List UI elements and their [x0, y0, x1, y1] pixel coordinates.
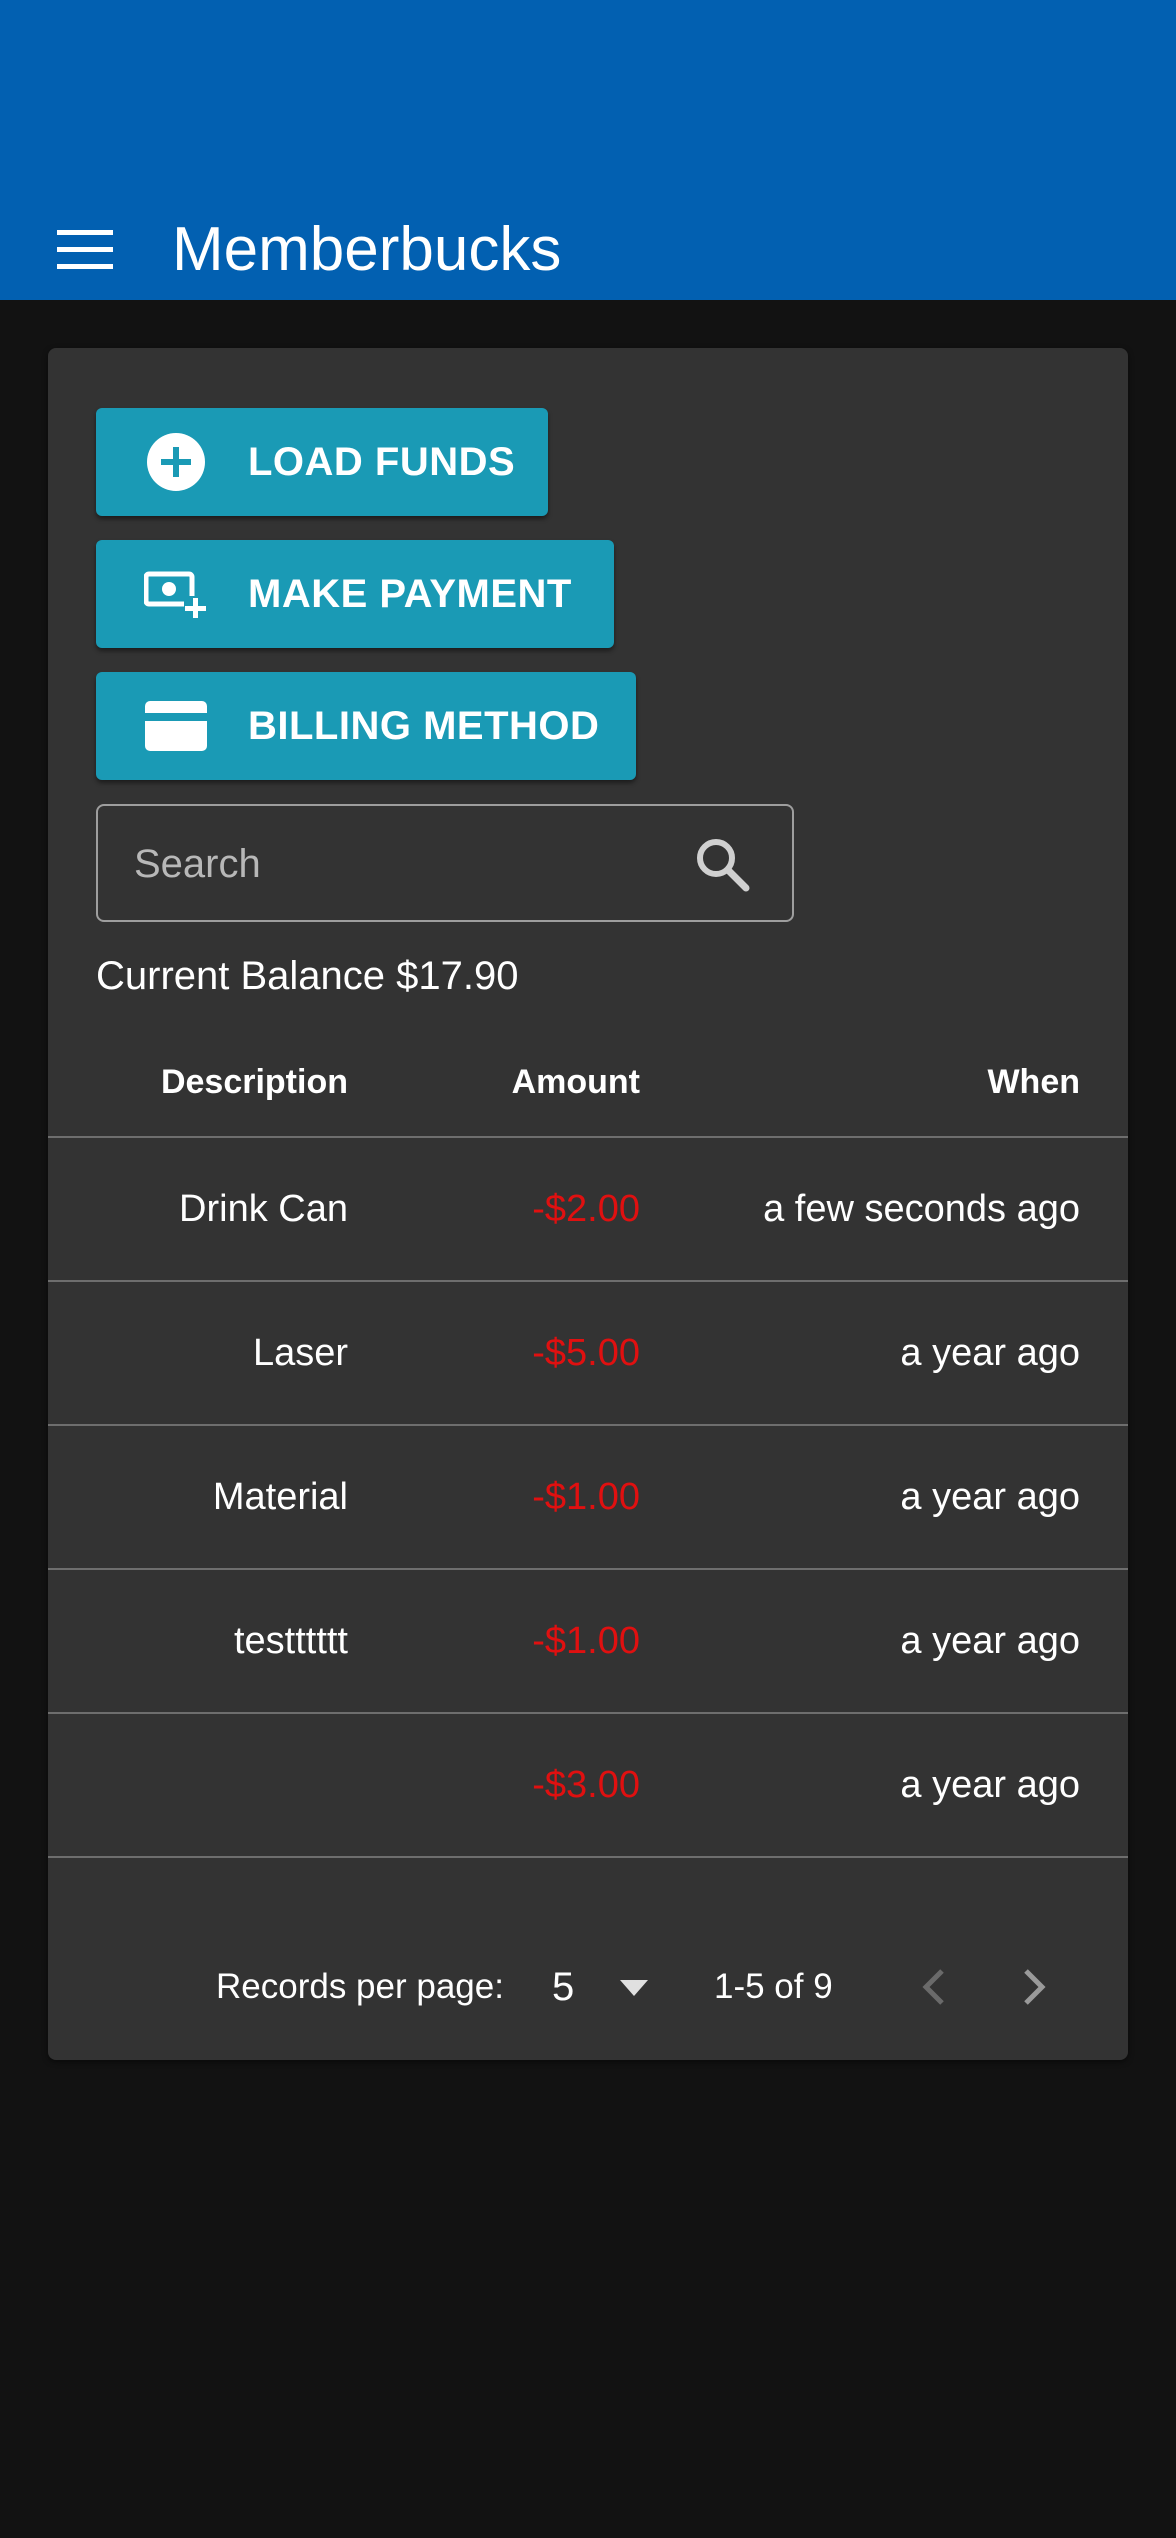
- row-amount: -$2.00: [532, 1188, 640, 1230]
- column-header-amount[interactable]: Amount: [512, 1028, 640, 1136]
- table-row[interactable]: Laser -$5.00 a year ago: [48, 1282, 1128, 1426]
- billing-method-label: BILLING METHOD: [248, 703, 600, 748]
- transactions-table: Description Amount When Drink Can -$2.00…: [48, 1028, 1128, 1858]
- chevron-right-icon: [1024, 1969, 1046, 2005]
- row-amount: -$1.00: [532, 1620, 640, 1662]
- plus-circle-icon: [144, 430, 208, 494]
- current-balance: Current Balance $17.90: [96, 954, 519, 998]
- row-when: a year ago: [900, 1620, 1080, 1662]
- page-range: 1-5 of 9: [714, 1967, 833, 2006]
- records-per-page-value: 5: [552, 1965, 575, 2009]
- column-header-when[interactable]: When: [987, 1028, 1080, 1136]
- column-header-description[interactable]: Description: [161, 1028, 348, 1136]
- table-row[interactable]: -$3.00 a year ago: [48, 1714, 1128, 1858]
- table-header: Description Amount When: [48, 1028, 1128, 1138]
- row-description: Drink Can: [179, 1188, 348, 1230]
- row-description: Laser: [252, 1332, 348, 1374]
- menu-icon: [57, 230, 113, 269]
- table-row[interactable]: Material -$1.00 a year ago: [48, 1426, 1128, 1570]
- dropdown-arrow-icon: [620, 1980, 648, 1996]
- make-payment-button[interactable]: MAKE PAYMENT: [96, 540, 614, 648]
- load-funds-label: LOAD FUNDS: [248, 439, 516, 484]
- records-per-page-select[interactable]: 5: [552, 1954, 692, 2020]
- row-description: Material: [212, 1476, 348, 1518]
- row-amount: -$5.00: [532, 1332, 640, 1374]
- row-amount: -$3.00: [532, 1764, 640, 1806]
- table-row[interactable]: testttttt -$1.00 a year ago: [48, 1570, 1128, 1714]
- records-per-page-label: Records per page:: [216, 1967, 504, 2006]
- cash-plus-icon: [144, 562, 208, 626]
- next-page-button[interactable]: [1006, 1958, 1064, 2016]
- row-description: testttttt: [233, 1620, 348, 1662]
- app-title: Memberbucks: [172, 215, 562, 284]
- chevron-left-icon: [922, 1969, 944, 2005]
- make-payment-label: MAKE PAYMENT: [248, 571, 572, 616]
- menu-button[interactable]: [40, 210, 130, 290]
- row-when: a year ago: [900, 1332, 1080, 1374]
- previous-page-button[interactable]: [904, 1958, 962, 2016]
- credit-card-icon: [144, 694, 208, 758]
- row-when: a year ago: [900, 1764, 1080, 1806]
- row-amount: -$1.00: [532, 1476, 640, 1518]
- search-field: [96, 804, 794, 922]
- search-input[interactable]: [132, 806, 676, 922]
- row-when: a year ago: [900, 1476, 1080, 1518]
- billing-method-button[interactable]: BILLING METHOD: [96, 672, 636, 780]
- memberbucks-card: LOAD FUNDS MAKE PAYMENT BILLING METHOD S…: [48, 348, 1128, 2060]
- row-when: a few seconds ago: [763, 1188, 1080, 1230]
- load-funds-button[interactable]: LOAD FUNDS: [96, 408, 548, 516]
- table-pagination: Records per page: 5 1-5 of 9: [48, 1914, 1128, 2060]
- search-icon[interactable]: [692, 834, 752, 894]
- table-row[interactable]: Drink Can -$2.00 a few seconds ago: [48, 1138, 1128, 1282]
- app-bar: Memberbucks: [0, 0, 1176, 300]
